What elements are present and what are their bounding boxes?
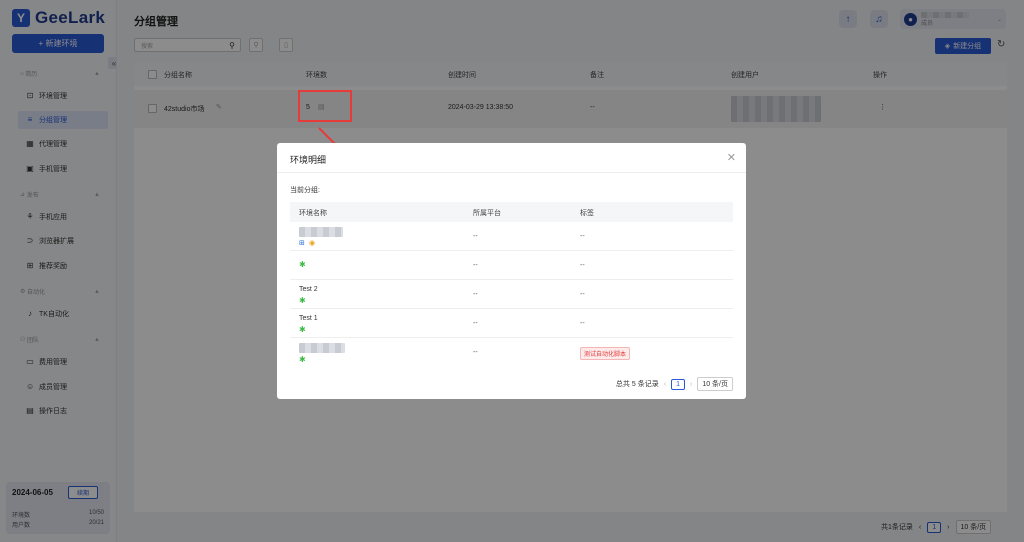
modal-pagination: 总共 5 条记录 ‹ 1 › 10 条/页 [616, 377, 733, 391]
android-icon: ✱ [299, 260, 306, 269]
platform: -- [473, 262, 478, 269]
table-header: 环境名称 所属平台 标签 [290, 202, 733, 222]
close-icon[interactable]: ✕ [727, 151, 736, 164]
current-group-label: 当前分组: [290, 187, 320, 194]
modal-title: 环境明细 [290, 155, 327, 165]
platform: -- [473, 349, 478, 356]
column-header: 标签 [580, 210, 594, 217]
android-icon: ✱ [299, 296, 306, 305]
next-page-icon[interactable]: › [690, 381, 692, 388]
tag: -- [580, 233, 585, 240]
table-row[interactable]: Test 2 ✱ -- -- [290, 280, 733, 309]
windows-icon: ⊞ [299, 240, 305, 247]
table-row[interactable]: ✱ -- -- [290, 251, 733, 280]
table-row[interactable]: ✱ -- 测试自动化脚本 [290, 338, 733, 367]
android-icon: ✱ [299, 355, 306, 364]
env-name: Test 1 [299, 315, 318, 322]
tag: -- [580, 320, 585, 327]
platform: -- [473, 291, 478, 298]
android-icon: ✱ [299, 325, 306, 334]
env-name: Test 2 [299, 286, 318, 293]
env-count-highlight [298, 90, 352, 122]
prev-page-icon[interactable]: ‹ [664, 381, 666, 388]
env-details-modal: 环境明细 ✕ 当前分组: 环境名称 所属平台 标签 ⊞ ◉ -- -- ✱ --… [277, 143, 746, 399]
platform: -- [473, 233, 478, 240]
env-name-redacted [299, 227, 343, 237]
platform: -- [473, 320, 478, 327]
tag: -- [580, 291, 585, 298]
column-header: 环境名称 [299, 210, 327, 217]
env-name-redacted [299, 343, 345, 353]
tag: -- [580, 262, 585, 269]
table-row[interactable]: ⊞ ◉ -- -- [290, 222, 733, 251]
page-size-select[interactable]: 10 条/页 [697, 377, 733, 391]
tag-badge: 测试自动化脚本 [580, 347, 631, 360]
chrome-icon: ◉ [309, 240, 316, 247]
divider [277, 172, 746, 173]
page-number[interactable]: 1 [671, 378, 685, 390]
column-header: 所属平台 [473, 210, 501, 217]
table-row[interactable]: Test 1 ✱ -- -- [290, 309, 733, 338]
